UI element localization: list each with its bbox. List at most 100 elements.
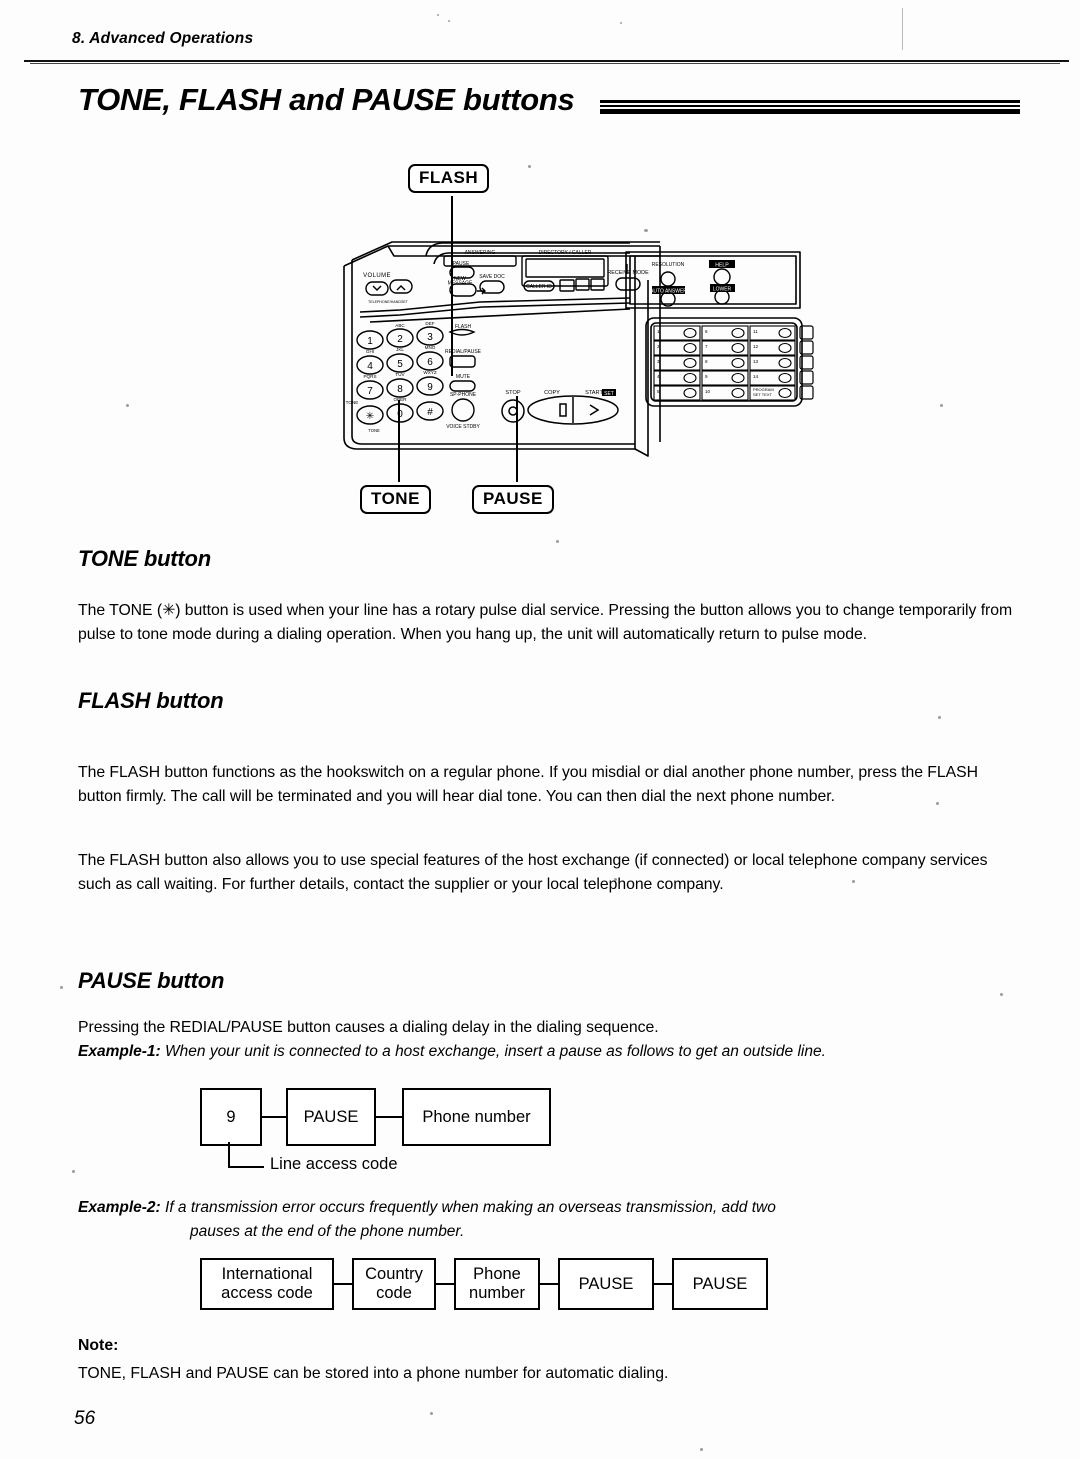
svg-text:JKL: JKL <box>396 347 404 352</box>
flow-connector <box>436 1283 454 1285</box>
scan-speck <box>620 22 622 24</box>
scan-speck <box>60 986 63 989</box>
example-1-body: When your unit is connected to a host ex… <box>165 1043 826 1060</box>
heading-flash-button: FLASH button <box>78 688 224 714</box>
scan-speck <box>437 14 439 16</box>
flow-box-country-code: Country code <box>352 1258 436 1310</box>
flow-box-phone-number: Phone number <box>402 1088 551 1146</box>
annotation-line-access-code: Line access code <box>270 1155 398 1173</box>
fax-machine-illustration: VOLUME TELEPHONE/HANDSET PAUSE NEW MESSA… <box>343 241 814 457</box>
svg-text:TONE: TONE <box>346 400 359 405</box>
svg-text:5: 5 <box>397 359 403 370</box>
page-title: TONE, FLASH and PAUSE buttons <box>78 82 575 117</box>
scan-speck <box>126 404 129 407</box>
svg-text:TONE: TONE <box>368 428 380 433</box>
svg-text:0: 0 <box>397 409 403 420</box>
svg-text:SET: SET <box>604 391 614 397</box>
example-2-text: Example-2: If a transmission error occur… <box>78 1196 1023 1244</box>
example-2-body-line-1: If a transmission error occurs frequentl… <box>165 1199 776 1216</box>
svg-text:✳: ✳ <box>366 411 374 422</box>
manual-page: 8. Advanced Operations TONE, FLASH and P… <box>0 0 1080 1459</box>
annotation-leader-vertical <box>228 1142 230 1168</box>
svg-text:7: 7 <box>367 386 373 397</box>
flow-box-pause-2: PAUSE <box>672 1258 768 1310</box>
svg-text:DEF: DEF <box>425 321 434 326</box>
svg-text:4: 4 <box>367 361 373 372</box>
svg-text:WXYZ: WXYZ <box>423 370 436 375</box>
svg-text:2: 2 <box>657 344 660 349</box>
scan-speck <box>448 20 450 22</box>
example-2-label: Example-2: <box>78 1199 161 1216</box>
note-text: TONE, FLASH and PAUSE can be stored into… <box>78 1365 669 1382</box>
svg-text:4: 4 <box>657 374 660 379</box>
example-2-body-line-2: pauses at the end of the phone number. <box>190 1223 465 1240</box>
scan-speck <box>940 404 943 407</box>
control-panel-figure: FLASH TONE PAUSE VOLUME TELEPHONE/HANDSE… <box>330 160 830 514</box>
header-rule <box>24 60 1069 62</box>
running-head: 8. Advanced Operations <box>72 30 254 47</box>
header-rule-secondary <box>30 63 1060 64</box>
svg-text:MESSAGE: MESSAGE <box>448 281 473 287</box>
paragraph-flash-button-1: The FLASH button functions as the hooksw… <box>78 763 978 806</box>
scan-speck <box>72 1170 75 1173</box>
svg-text:14: 14 <box>753 374 759 379</box>
svg-text:OPER: OPER <box>393 397 407 402</box>
svg-text:TELEPHONE/HANDSET: TELEPHONE/HANDSET <box>368 300 409 304</box>
scan-speck <box>644 229 648 232</box>
paragraph-pause-button: Pressing the REDIAL/PAUSE button causes … <box>78 1018 659 1036</box>
svg-text:ABC: ABC <box>395 323 405 328</box>
svg-text:1: 1 <box>657 329 660 334</box>
scan-speck <box>1000 993 1003 996</box>
svg-text:AUTO ANSWER: AUTO ANSWER <box>650 289 687 295</box>
svg-text:GHI: GHI <box>366 349 374 354</box>
svg-text:VOLUME: VOLUME <box>363 273 391 279</box>
svg-text:13: 13 <box>753 359 759 364</box>
page-number: 56 <box>74 1408 96 1429</box>
scan-speck <box>430 1412 433 1415</box>
svg-text:PAUSE: PAUSE <box>453 261 470 267</box>
example-2-flow-diagram: International access code Country code P… <box>200 1258 768 1310</box>
flow-box-phone-number: Phone number <box>454 1258 540 1310</box>
svg-text:7: 7 <box>705 344 708 349</box>
scan-speck <box>556 540 559 543</box>
example-1-text: Example-1: When your unit is connected t… <box>78 1040 1023 1064</box>
flow-connector <box>654 1283 672 1285</box>
svg-text:LOWER: LOWER <box>713 287 732 293</box>
svg-text:HELP: HELP <box>715 263 729 269</box>
flow-box-pause-1: PAUSE <box>558 1258 654 1310</box>
flow-connector <box>334 1283 352 1285</box>
paragraph-tone-button: The TONE (✳) button is used when your li… <box>78 601 1013 644</box>
svg-text:9: 9 <box>427 382 433 393</box>
flow-connector <box>540 1283 558 1285</box>
title-rule-decoration <box>600 100 1020 114</box>
svg-text:PQRS: PQRS <box>363 374 376 379</box>
svg-text:10: 10 <box>705 389 711 394</box>
svg-text:SAVE DOC: SAVE DOC <box>479 274 505 280</box>
svg-text:11: 11 <box>753 329 758 334</box>
svg-text:8: 8 <box>397 384 403 395</box>
scan-artifact-tick <box>902 8 903 50</box>
svg-text:FLASH: FLASH <box>455 324 472 330</box>
svg-text:RECEIVE MODE: RECEIVE MODE <box>607 270 649 276</box>
note-label: Note: <box>78 1337 119 1354</box>
flow-box-line-access-code: 9 <box>200 1088 262 1146</box>
svg-text:CALLER ID: CALLER ID <box>526 284 552 290</box>
flow-connector <box>262 1116 286 1118</box>
example-1-flow-diagram: 9 PAUSE Phone number <box>200 1088 551 1146</box>
svg-text:RESOLUTION: RESOLUTION <box>652 262 685 268</box>
svg-text:SET TEXT: SET TEXT <box>753 392 773 397</box>
svg-text:3: 3 <box>427 332 433 343</box>
svg-text:STOP: STOP <box>505 390 520 396</box>
svg-text:REDIAL/PAUSE: REDIAL/PAUSE <box>445 349 482 355</box>
svg-text:DIRECTORY / CALLER: DIRECTORY / CALLER <box>539 250 592 256</box>
svg-text:#: # <box>427 407 433 418</box>
svg-text:VOICE STDBY: VOICE STDBY <box>446 424 480 430</box>
svg-text:MNO: MNO <box>425 345 436 350</box>
svg-text:12: 12 <box>753 344 759 349</box>
svg-text:5: 5 <box>657 389 660 394</box>
heading-pause-button: PAUSE button <box>78 968 225 994</box>
svg-text:COPY: COPY <box>544 390 560 396</box>
scan-speck <box>938 716 941 719</box>
svg-text:8: 8 <box>705 359 708 364</box>
svg-text:3: 3 <box>657 359 660 364</box>
